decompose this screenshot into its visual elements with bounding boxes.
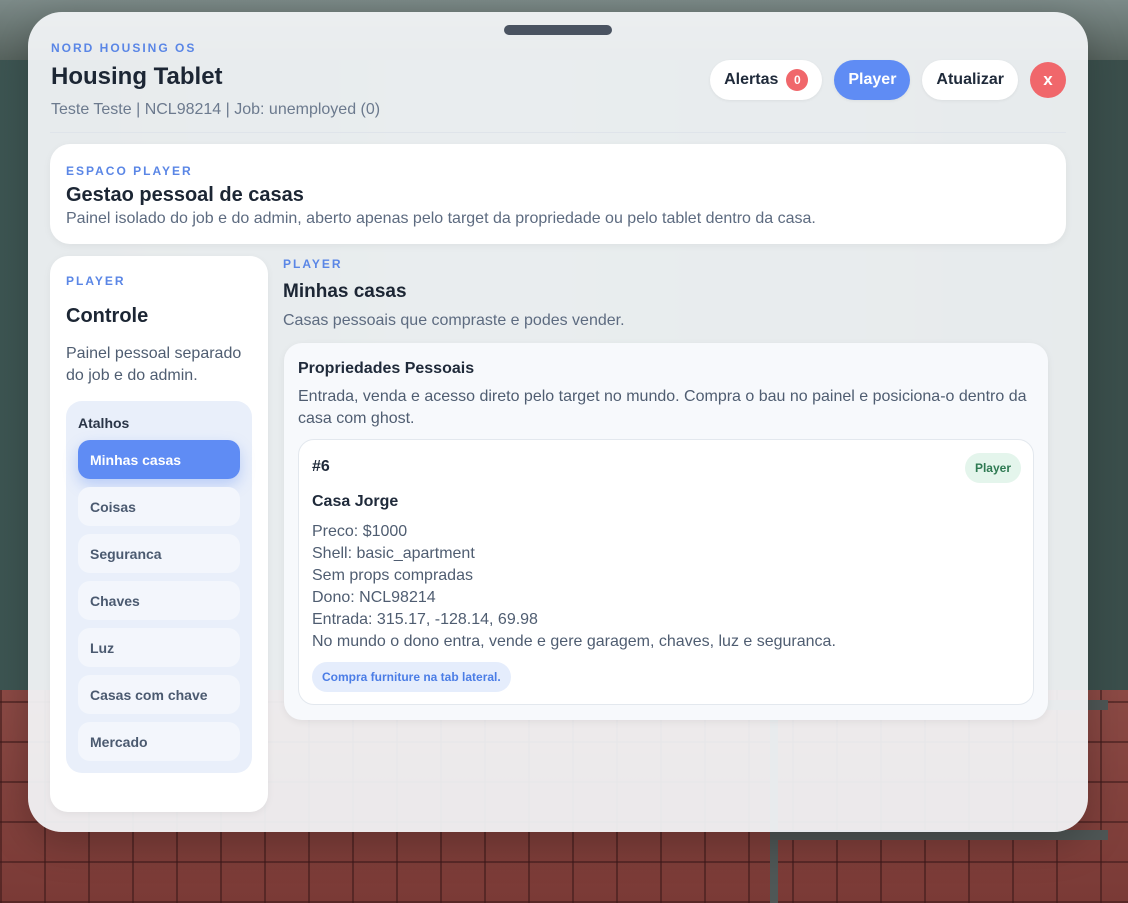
properties-panel: Propriedades Pessoais Entrada, venda e a… <box>284 343 1048 720</box>
property-note: No mundo o dono entra, vende e gere gara… <box>312 633 836 650</box>
sidebar-item-seguranca[interactable]: Seguranca <box>78 534 240 573</box>
header-actions: Alertas 0 Player Atualizar x <box>710 60 1066 100</box>
user-info: Teste Teste | NCL98214 | Job: unemployed… <box>51 101 381 118</box>
sidebar-item-chaves[interactable]: Chaves <box>78 581 240 620</box>
alerts-label: Alertas <box>724 71 779 88</box>
sidebar-item-casas-com-chave[interactable]: Casas com chave <box>78 675 240 714</box>
sidebar-description: Painel pessoal separado do job e do admi… <box>66 345 242 384</box>
shortcuts-panel: Atalhos Minhas casas Coisas Seguranca Ch… <box>66 401 252 773</box>
sidebar-title: Controle <box>66 305 149 327</box>
sidebar-item-minhas-casas[interactable]: Minhas casas <box>78 440 240 479</box>
property-price: Preco: $1000 <box>312 523 408 540</box>
player-space-banner: ESPACO PLAYER Gestao pessoal de casas Pa… <box>50 144 1066 244</box>
property-owner: Dono: NCL98214 <box>312 589 436 606</box>
banner-eyebrow: ESPACO PLAYER <box>66 164 193 178</box>
header-divider <box>50 132 1066 133</box>
panel-title: Propriedades Pessoais <box>298 360 475 377</box>
shortcuts-list: Minhas casas Coisas Seguranca Chaves Luz… <box>78 440 240 769</box>
player-button[interactable]: Player <box>834 60 911 100</box>
property-details: Preco: $1000 Shell: basic_apartment Sem … <box>312 521 836 653</box>
close-icon[interactable]: x <box>1030 62 1066 98</box>
sidebar-item-mercado[interactable]: Mercado <box>78 722 240 761</box>
property-shell: Shell: basic_apartment <box>312 545 475 562</box>
alerts-button[interactable]: Alertas 0 <box>710 60 823 100</box>
furniture-hint-chip: Compra furniture na tab lateral. <box>312 662 511 692</box>
status-badge: Player <box>964 453 1021 483</box>
section-title: Minhas casas <box>283 281 407 302</box>
property-id: #6 <box>312 458 330 475</box>
housing-tablet: NORD HOUSING OS Housing Tablet Teste Tes… <box>28 12 1088 832</box>
property-props: Sem props compradas <box>312 567 473 584</box>
banner-description: Painel isolado do job e do admin, aberto… <box>66 210 816 227</box>
sidebar: PLAYER Controle Painel pessoal separado … <box>50 256 268 812</box>
property-card[interactable]: #6 Player Casa Jorge Preco: $1000 Shell:… <box>298 439 1034 705</box>
sidebar-eyebrow: PLAYER <box>66 274 126 288</box>
alerts-count-badge: 0 <box>786 69 809 91</box>
banner-title: Gestao pessoal de casas <box>66 184 304 206</box>
panel-description: Entrada, venda e acesso direto pelo targ… <box>298 388 1027 427</box>
shortcuts-title: Atalhos <box>78 415 130 431</box>
tablet-handle[interactable] <box>504 25 612 35</box>
section-eyebrow: PLAYER <box>283 257 343 271</box>
page-title: Housing Tablet <box>51 63 223 90</box>
section-description: Casas pessoais que compraste e podes ven… <box>283 312 625 329</box>
brand-label: NORD HOUSING OS <box>51 41 197 55</box>
property-name: Casa Jorge <box>312 493 399 510</box>
sidebar-item-coisas[interactable]: Coisas <box>78 487 240 526</box>
sidebar-item-luz[interactable]: Luz <box>78 628 240 667</box>
property-entry: Entrada: 315.17, -128.14, 69.98 <box>312 611 538 628</box>
refresh-button[interactable]: Atualizar <box>922 60 1018 100</box>
